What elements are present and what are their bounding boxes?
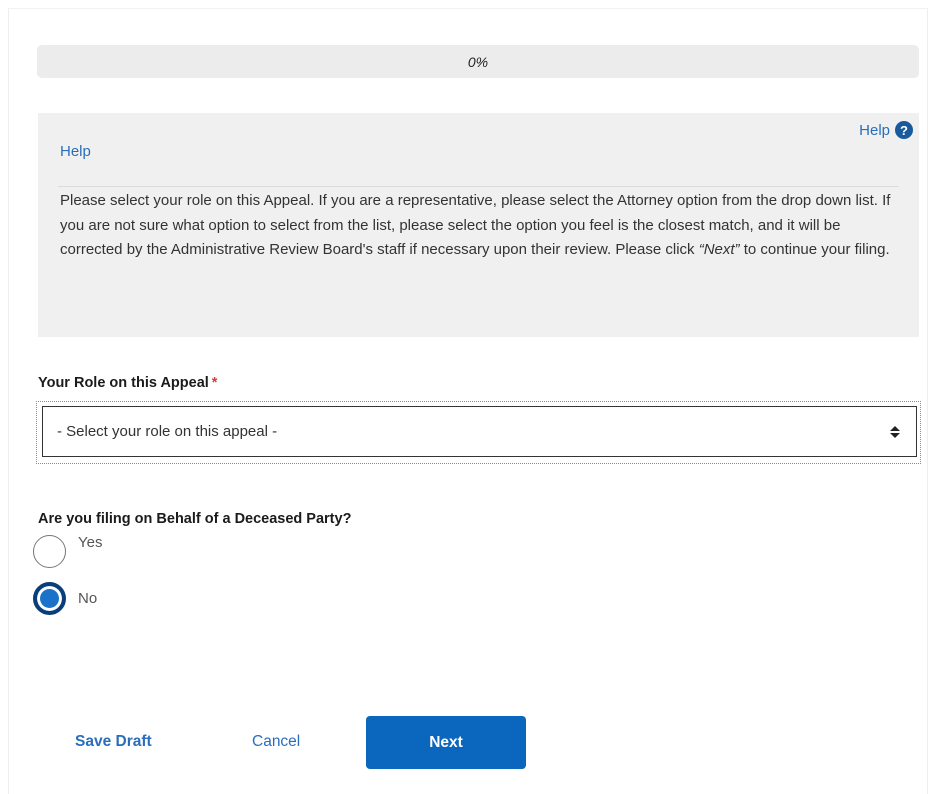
question-circle-icon[interactable]: ? <box>895 121 913 139</box>
help-link-label[interactable]: Help <box>859 122 890 139</box>
radio-option-yes[interactable]: Yes <box>33 534 102 568</box>
save-draft-button[interactable]: Save Draft <box>75 733 152 751</box>
progress-bar: 0% <box>37 45 919 78</box>
radio-option-no[interactable]: No <box>33 582 97 615</box>
help-toggle-link[interactable]: Help ? <box>859 121 913 139</box>
select-arrows-icon <box>890 425 900 438</box>
radio-no-label[interactable]: No <box>78 590 97 607</box>
help-divider <box>58 186 899 187</box>
next-button[interactable]: Next <box>366 716 526 769</box>
radio-yes-label[interactable]: Yes <box>78 534 102 551</box>
help-text-next-emphasis: “Next” <box>698 241 740 258</box>
radio-yes[interactable] <box>33 535 66 568</box>
role-select-value: - Select your role on this appeal - <box>57 423 278 440</box>
next-button-label[interactable]: Next <box>429 734 463 752</box>
role-select[interactable]: - Select your role on this appeal - <box>42 406 917 457</box>
help-panel: Help ? Help Please select your role on t… <box>38 113 919 337</box>
cancel-button[interactable]: Cancel <box>252 733 300 751</box>
deceased-question-label: Are you filing on Behalf of a Deceased P… <box>38 511 352 527</box>
role-field-label-text: Your Role on this Appeal <box>38 375 209 391</box>
help-text-part-3: to continue your filing. <box>739 241 890 258</box>
progress-label: 0% <box>467 53 489 70</box>
required-marker: * <box>211 375 218 391</box>
help-title: Help <box>60 143 91 160</box>
role-field-label: Your Role on this Appeal * <box>38 375 217 391</box>
radio-no[interactable] <box>33 582 66 615</box>
help-text: Please select your role on this Appeal. … <box>60 189 900 263</box>
